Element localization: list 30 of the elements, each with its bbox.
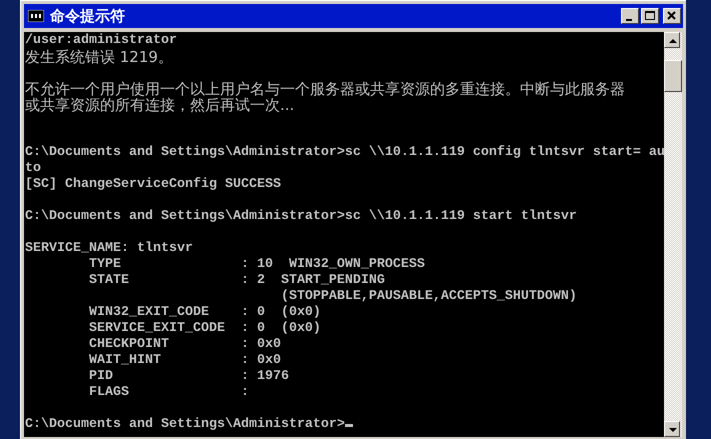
console-line: WAIT_HINT : 0x0 [88, 353, 281, 369]
console-line: /user:administrator [25, 33, 177, 49]
maximize-icon [642, 9, 658, 23]
console-line: SERVICE_EXIT_CODE : 0 (0x0) [88, 321, 321, 337]
console-line: PID : 1976 [88, 369, 289, 385]
console-line: 发生系统错误 1219。 [25, 49, 173, 65]
console-icon [28, 10, 44, 22]
command-prompt: C:\Documents and Settings\Administrator> [25, 417, 345, 433]
console-line: C:\Documents and Settings\Administrator>sc \\10.1.1.119 start tlntsvr [25, 209, 577, 225]
console-line: [SC] ChangeServiceConfig SUCCESS [25, 177, 281, 193]
text-cursor [344, 424, 353, 426]
scroll-down-button[interactable] [664, 421, 680, 437]
console-line: to [25, 161, 41, 177]
console-line: (STOPPABLE,PAUSABLE,ACCEPTS_SHUTDOWN) [280, 289, 577, 305]
console-line: 不允许一个用户使用一个以上用户名与一个服务器或共享资源的多重连接。中断与此服务器 [25, 81, 625, 97]
scroll-up-button[interactable] [664, 32, 680, 48]
console-line: 或共享资源的所有连接，然后再试一次... [25, 97, 294, 113]
maximize-button[interactable] [641, 8, 659, 24]
minimize-icon [626, 19, 632, 21]
console-line: WIN32_EXIT_CODE : 0 (0x0) [88, 305, 321, 321]
console-line: STATE : 2 START_PENDING [88, 273, 385, 289]
console-line: TYPE : 10 WIN32_OWN_PROCESS [88, 257, 425, 273]
console-line: CHECKPOINT : 0x0 [88, 337, 281, 353]
console-line: C:\Documents and Settings\Administrator>sc \\10.1.1.119 config tlntsvr start= au [25, 145, 664, 161]
console-line: FLAGS : [88, 385, 249, 401]
scroll-thumb[interactable] [664, 60, 682, 92]
console-line: SERVICE_NAME: tlntsvr [25, 241, 193, 257]
window-title: 命令提示符 [50, 7, 126, 25]
close-button[interactable] [663, 8, 681, 24]
minimize-button[interactable] [621, 8, 639, 24]
